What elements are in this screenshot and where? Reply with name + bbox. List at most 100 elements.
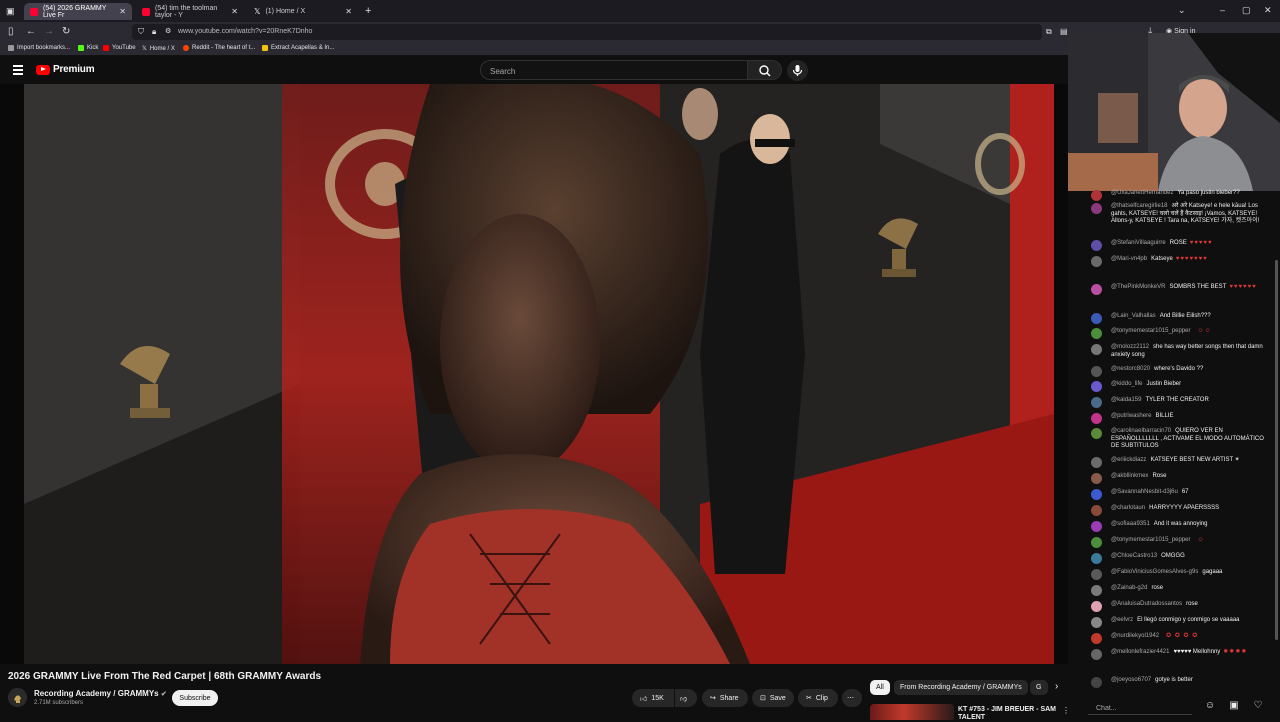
bookmark-x[interactable]: 𝕏 Home / X <box>142 45 175 53</box>
close-tab-icon[interactable]: ✕ <box>119 7 126 16</box>
chat-avatar[interactable] <box>1091 284 1102 295</box>
chat-author[interactable]: @eelvrz <box>1111 617 1133 623</box>
chat-author[interactable]: @nestorc8020 <box>1111 366 1150 372</box>
search-button[interactable] <box>748 60 782 80</box>
bookmark-extract[interactable]: Extract Acapellas & In... <box>262 45 334 51</box>
youtube-premium-logo[interactable]: Premium <box>36 64 95 75</box>
chat-avatar[interactable] <box>1091 677 1102 688</box>
heart-icon[interactable]: ♡ <box>1251 699 1265 713</box>
emoji-icon[interactable]: ☺ <box>1203 699 1217 713</box>
back-button[interactable]: ← <box>26 26 36 38</box>
chat-avatar[interactable] <box>1091 381 1102 392</box>
chat-avatar[interactable] <box>1091 203 1102 214</box>
chat-avatar[interactable] <box>1091 457 1102 468</box>
chip-all[interactable]: All <box>870 680 890 695</box>
chat-input[interactable] <box>1088 700 1188 717</box>
chat-author[interactable]: @StefaniVillaaguirre <box>1111 240 1166 246</box>
like-button[interactable]: 👍︎ 15K <box>632 689 674 707</box>
tab-grammy[interactable]: (54) 2026 GRAMMY Live Fr ✕ <box>24 3 132 20</box>
more-vert-icon[interactable]: ⋮ <box>1062 706 1070 715</box>
bookmark-import[interactable]: Import bookmarks... <box>8 45 70 51</box>
maximize-button[interactable]: ▢ <box>1242 5 1251 16</box>
chat-avatar[interactable] <box>1091 397 1102 408</box>
chat-avatar[interactable] <box>1091 601 1102 612</box>
chat-avatar[interactable] <box>1091 428 1102 439</box>
chat-author[interactable]: @ChloeCastro13 <box>1111 553 1157 559</box>
chat-avatar[interactable] <box>1091 537 1102 548</box>
tab-overview-icon[interactable]: ▣ <box>6 5 15 17</box>
channel-name[interactable]: Recording Academy / GRAMMYs ✔ <box>34 689 167 698</box>
minimize-button[interactable]: – <box>1220 5 1225 15</box>
chat-author[interactable]: @putriwashere <box>1111 413 1151 419</box>
chat-author[interactable]: @joeyoso6707 <box>1111 677 1151 683</box>
chip-from-channel[interactable]: From Recording Academy / GRAMMYs <box>894 680 1028 695</box>
chat-avatar[interactable] <box>1091 649 1102 660</box>
chat-author[interactable]: @carolinaelbarracin70 <box>1111 428 1171 434</box>
share-button[interactable]: ↪ Share <box>702 689 748 707</box>
chat-author[interactable]: @tonymemestar1015_pepper <box>1111 537 1190 543</box>
more-actions-button[interactable]: ⋯ <box>842 689 862 707</box>
chat-avatar[interactable] <box>1091 313 1102 324</box>
chat-author[interactable]: @sofiaaa9351 <box>1111 521 1150 527</box>
chat-author[interactable]: @Mari-vn4pb <box>1111 256 1147 262</box>
menu-icon[interactable] <box>13 65 23 75</box>
bookmark-kick[interactable]: Kick <box>78 45 98 51</box>
lock-icon[interactable]: 🔒︎ <box>152 26 156 38</box>
recommended-thumbnail[interactable] <box>870 704 954 720</box>
chat-avatar[interactable] <box>1091 489 1102 500</box>
super-chat-icon[interactable]: ▣ <box>1227 699 1241 713</box>
chat-avatar[interactable] <box>1091 366 1102 377</box>
chat-avatar[interactable] <box>1091 569 1102 580</box>
forward-button[interactable]: → <box>44 26 54 38</box>
recommended-video[interactable]: KT #753 - JIM BREUER - SAM TALENT ⋮ <box>870 704 1070 721</box>
chat-author[interactable]: @eriiickdiazz <box>1111 457 1146 463</box>
chat-avatar[interactable] <box>1091 633 1102 644</box>
bookmark-reddit[interactable]: Reddit - The heart of t... <box>183 45 255 51</box>
chat-author[interactable]: @kaida159 <box>1111 397 1141 403</box>
chat-author[interactable]: @ThePinkMonkeVR <box>1111 284 1165 290</box>
chat-avatar[interactable] <box>1091 413 1102 424</box>
chat-author[interactable]: @nurdilekyol1942 <box>1111 633 1159 639</box>
chat-avatar[interactable] <box>1091 617 1102 628</box>
chat-author[interactable]: @Zainab-g2d <box>1111 585 1147 591</box>
sidebar-toggle-icon[interactable]: ▯ <box>8 26 14 38</box>
chat-avatar[interactable] <box>1091 190 1102 201</box>
chat-author[interactable]: @tonymemestar1015_pepper <box>1111 328 1190 334</box>
chat-author[interactable]: @kiddo_life <box>1111 381 1142 387</box>
chat-avatar[interactable] <box>1091 328 1102 339</box>
list-tabs-icon[interactable]: ⌄ <box>1178 5 1186 16</box>
clip-button[interactable]: ✂ Clip <box>798 689 838 707</box>
chat-avatar[interactable] <box>1091 505 1102 516</box>
chip-next[interactable]: G <box>1030 680 1048 695</box>
chat-author[interactable]: @AnaluisaDutradossantos <box>1111 601 1182 607</box>
chat-author[interactable]: @Lain_Valhallas <box>1111 313 1156 319</box>
chat-author[interactable]: @charlotaun <box>1111 505 1145 511</box>
url-bar[interactable]: ⛉ 🔒︎ ⚙ www.youtube.com/watch?v=20RneK7Dn… <box>132 24 1068 40</box>
channel-avatar[interactable] <box>8 688 27 707</box>
chat-author[interactable]: @molozz2112 <box>1111 344 1149 350</box>
voice-search-button[interactable] <box>787 60 808 81</box>
reload-button[interactable]: ↻ <box>62 26 70 38</box>
chat-avatar[interactable] <box>1091 240 1102 251</box>
tab-tim-taylor[interactable]: (54) tim the toolman taylor - Y ✕ <box>136 3 244 20</box>
chat-author[interactable]: @UxaJanettHernandez <box>1111 190 1173 196</box>
close-tab-icon[interactable]: ✕ <box>231 7 238 16</box>
video-player[interactable] <box>0 84 1068 664</box>
chat-author[interactable]: @thatselfcaregirlie18 <box>1111 203 1167 209</box>
chat-scrollbar[interactable] <box>1275 260 1278 640</box>
shield-icon[interactable]: ⛉ <box>138 26 144 38</box>
subscribe-button[interactable]: Subscribe <box>172 690 218 706</box>
save-button[interactable]: ⊡ Save <box>752 689 794 707</box>
close-tab-icon[interactable]: ✕ <box>345 7 352 16</box>
chat-author[interactable]: @mellonlefrazier4421 <box>1111 649 1169 655</box>
search-input[interactable] <box>481 62 721 81</box>
bookmark-youtube[interactable]: YouTube <box>103 45 136 51</box>
chat-avatar[interactable] <box>1091 256 1102 267</box>
chat-avatar[interactable] <box>1091 553 1102 564</box>
chat-avatar[interactable] <box>1091 344 1102 355</box>
new-tab-button[interactable]: + <box>365 5 371 17</box>
chat-avatar[interactable] <box>1091 521 1102 532</box>
close-window-button[interactable]: ✕ <box>1264 5 1272 16</box>
chevron-right-icon[interactable]: › <box>1055 681 1058 692</box>
chat-author[interactable]: @SavannahNesbit-d3j6u <box>1111 489 1178 495</box>
